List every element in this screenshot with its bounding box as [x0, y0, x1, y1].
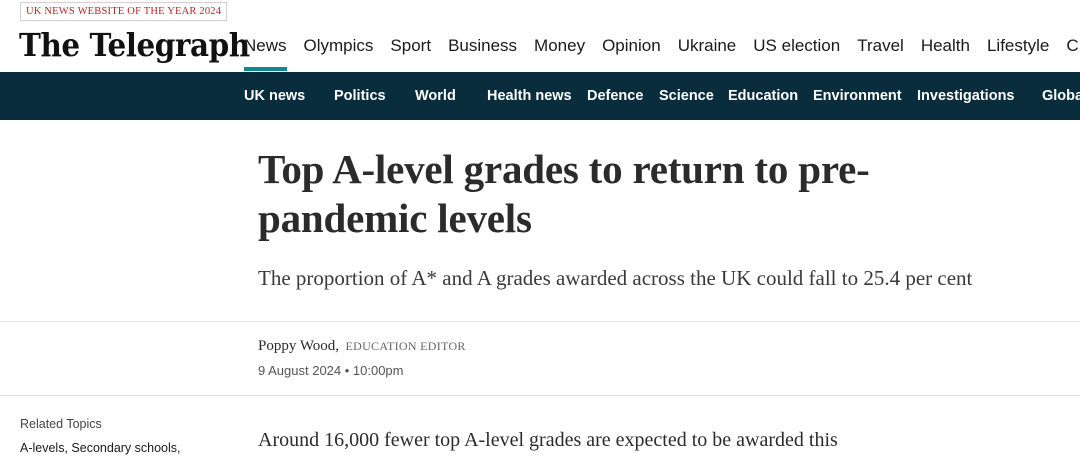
primary-nav: News Olympics Sport Business Money Opini…	[244, 34, 1080, 72]
subnav-defence[interactable]: Defence	[587, 72, 643, 120]
nav-business[interactable]: Business	[448, 34, 517, 72]
subnav-world[interactable]: World	[415, 72, 456, 120]
topic-link-secondary-schools[interactable]: Secondary schools,	[71, 441, 180, 455]
nav-lifestyle[interactable]: Lifestyle	[987, 34, 1049, 72]
nav-opinion[interactable]: Opinion	[602, 34, 661, 72]
nav-travel[interactable]: Travel	[857, 34, 904, 72]
article-body-first-line: Around 16,000 fewer top A-level grades a…	[258, 429, 838, 451]
nav-health[interactable]: Health	[921, 34, 970, 72]
nav-us-election[interactable]: US election	[753, 34, 840, 72]
publish-date: 9 August 2024 • 10:00pm	[258, 363, 404, 378]
topic-link-a-levels[interactable]: A-levels,	[20, 441, 68, 455]
related-topics-list: A-levels, Secondary schools,	[20, 441, 181, 455]
subnav-education[interactable]: Education	[728, 72, 798, 120]
telegraph-logo[interactable]: The Telegraph	[19, 25, 250, 65]
related-topics-label: Related Topics	[20, 417, 102, 431]
subnav-environment[interactable]: Environment	[813, 72, 902, 120]
award-badge[interactable]: UK NEWS WEBSITE OF THE YEAR 2024	[20, 2, 228, 21]
byline: Poppy Wood, EDUCATION EDITOR	[258, 337, 466, 355]
divider	[0, 321, 1080, 322]
nav-olympics[interactable]: Olympics	[304, 34, 374, 72]
article-headline: Top A-level grades to return to pre- pan…	[258, 145, 958, 243]
nav-truncated[interactable]: C	[1066, 34, 1078, 72]
subnav-politics[interactable]: Politics	[334, 72, 386, 120]
subnav-uk-news[interactable]: UK news	[244, 72, 305, 120]
nav-sport[interactable]: Sport	[390, 34, 431, 72]
author-title: EDUCATION EDITOR	[345, 339, 466, 353]
secondary-nav: UK news Politics World Health news Defen…	[0, 72, 1080, 120]
divider	[0, 395, 1080, 396]
masthead: UK NEWS WEBSITE OF THE YEAR 2024 The Tel…	[0, 0, 1080, 72]
subnav-investigations[interactable]: Investigations	[917, 72, 1015, 120]
subnav-health-news[interactable]: Health news	[487, 72, 572, 120]
nav-money[interactable]: Money	[534, 34, 585, 72]
subnav-science[interactable]: Science	[659, 72, 714, 120]
subnav-truncated[interactable]: Globa	[1042, 72, 1080, 120]
headline-line-2: pandemic levels	[258, 195, 532, 241]
nav-ukraine[interactable]: Ukraine	[678, 34, 737, 72]
headline-line-1: Top A-level grades to return to pre-	[258, 146, 870, 192]
article-standfirst: The proportion of A* and A grades awarde…	[258, 266, 973, 290]
nav-news[interactable]: News	[244, 34, 287, 72]
author-name[interactable]: Poppy Wood,	[258, 338, 339, 354]
